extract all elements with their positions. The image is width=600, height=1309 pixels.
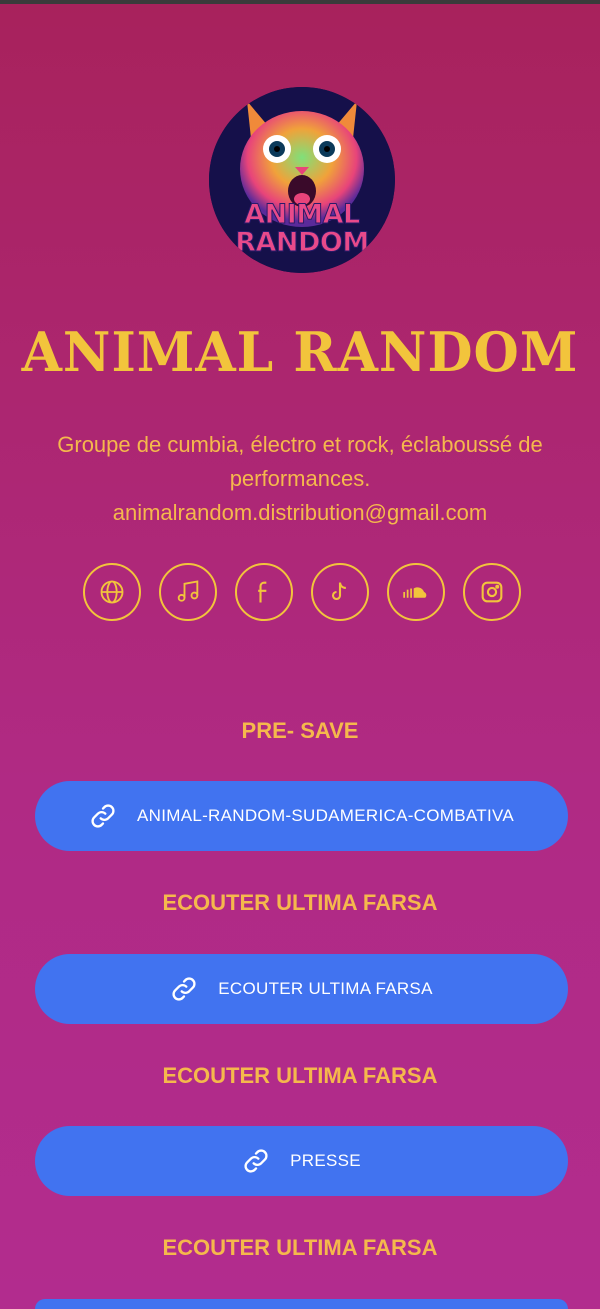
- section-label-listen: ECOUTER ULTIMA FARSA: [162, 890, 438, 915]
- instagram-icon: [481, 581, 503, 603]
- social-link-music[interactable]: [159, 563, 217, 621]
- logo-wordmark: ANIMAL RANDOM: [209, 199, 395, 258]
- social-link-soundcloud[interactable]: [387, 563, 445, 621]
- bio-line: Groupe de cumbia, électro et rock, éclab…: [57, 432, 543, 457]
- logo-line-1: ANIMAL: [244, 199, 361, 230]
- profile-bio: Groupe de cumbia, électro et rock, éclab…: [20, 428, 580, 530]
- music-note-icon: [177, 580, 199, 602]
- section-label-presave: PRE- SAVE: [241, 718, 359, 743]
- social-link-instagram[interactable]: [463, 563, 521, 621]
- button-label: PRESSE: [290, 1151, 361, 1170]
- link-button-press[interactable]: PRESSE: [35, 1126, 568, 1196]
- link-button-listen[interactable]: ECOUTER ULTIMA FARSA: [35, 954, 568, 1024]
- soundcloud-icon: [403, 587, 427, 598]
- link-icon: [242, 1147, 270, 1175]
- social-links: [83, 563, 521, 621]
- button-label: ECOUTER ULTIMA FARSA: [218, 979, 433, 998]
- link-button-partial[interactable]: [35, 1299, 568, 1309]
- social-link-website[interactable]: [83, 563, 141, 621]
- section-label-listen-2: ECOUTER ULTIMA FARSA: [162, 1063, 438, 1088]
- link-button-presave[interactable]: ANIMAL-RANDOM-SUDAMERICA-COMBATIVA: [35, 781, 568, 851]
- social-link-tiktok[interactable]: [311, 563, 369, 621]
- link-icon: [89, 802, 117, 830]
- profile-avatar: ANIMAL RANDOM: [209, 87, 395, 273]
- facebook-icon: [258, 581, 267, 603]
- globe-icon: [100, 580, 124, 604]
- top-status-strip: [0, 0, 600, 4]
- button-label: ANIMAL-RANDOM-SUDAMERICA-COMBATIVA: [137, 806, 514, 825]
- contact-email[interactable]: animalrandom.distribution@gmail.com: [20, 496, 580, 530]
- section-label-listen-3: ECOUTER ULTIMA FARSA: [162, 1235, 438, 1260]
- bio-line: performances.: [229, 466, 371, 491]
- tiktok-icon: [331, 582, 346, 601]
- social-link-facebook[interactable]: [235, 563, 293, 621]
- link-icon: [170, 975, 198, 1003]
- profile-name: ANIMAL RANDOM: [21, 320, 579, 385]
- logo-line-2: RANDOM: [235, 227, 370, 258]
